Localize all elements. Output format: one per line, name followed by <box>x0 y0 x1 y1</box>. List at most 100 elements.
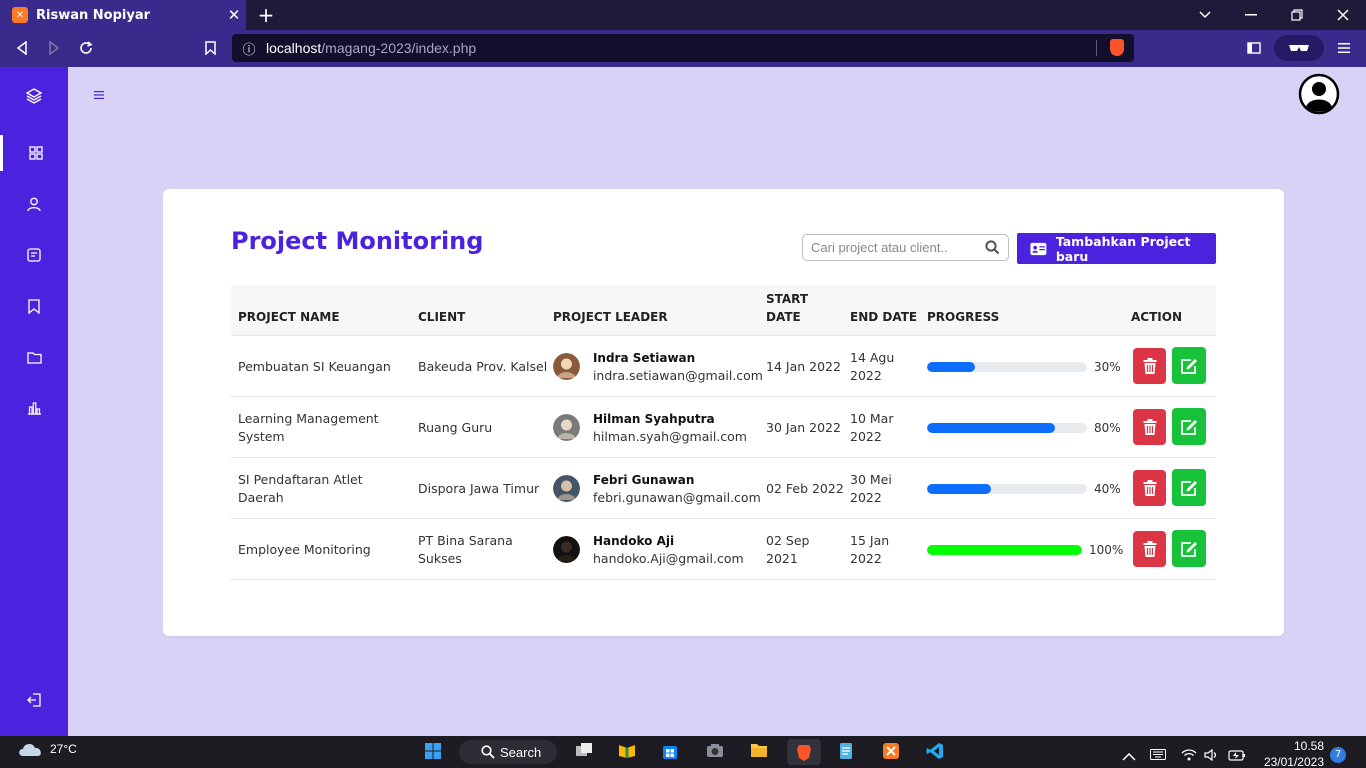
edit-icon <box>1181 541 1197 557</box>
add-project-button[interactable]: Tambahkan Project baru <box>1017 233 1216 264</box>
table-row: Pembuatan SI Keuangan Bakeuda Prov. Kals… <box>231 336 1216 397</box>
profile-avatar-icon[interactable] <box>1298 73 1340 115</box>
menu-toggle-icon[interactable] <box>94 87 108 103</box>
progress-fill <box>927 361 975 372</box>
edit-button[interactable] <box>1172 347 1206 384</box>
progress-fill <box>927 483 991 494</box>
edit-button[interactable] <box>1172 408 1206 445</box>
minimize-icon[interactable] <box>1228 0 1274 30</box>
project-table: PROJECT NAME CLIENT PROJECT LEADER START… <box>231 285 1216 580</box>
end-date-cell: 14 Agu 2022 <box>850 349 895 383</box>
windows-start-icon[interactable] <box>424 742 442 762</box>
edit-button[interactable] <box>1172 530 1206 567</box>
start-date-cell: 02 Feb 2022 <box>766 480 844 496</box>
sidebar-item-bookmarks[interactable] <box>0 288 68 324</box>
wifi-icon[interactable] <box>1181 746 1197 766</box>
bar-chart-icon <box>27 402 41 415</box>
delete-button[interactable] <box>1133 409 1166 445</box>
progress-bar <box>927 544 1082 555</box>
show-hidden-icons-chevron-icon[interactable] <box>1122 746 1136 766</box>
temperature: 27°C <box>50 742 77 756</box>
taskbar-search-label: Search <box>500 744 542 760</box>
client-cell: Bakeuda Prov. Kalsel <box>418 358 548 374</box>
battery-icon[interactable] <box>1228 746 1246 766</box>
sidebar-item-folders[interactable] <box>0 339 68 375</box>
reload-icon[interactable] <box>76 38 96 58</box>
layers-logo-icon[interactable] <box>0 78 68 114</box>
header-end-date: END DATE <box>850 310 918 324</box>
leader-info: Hilman Syahputra hilman.syah@gmail.com <box>593 410 747 446</box>
forward-icon[interactable] <box>44 38 64 58</box>
progress-cell: 80% <box>927 397 1127 458</box>
cloud-icon <box>19 743 41 756</box>
progress-bar <box>927 361 1087 372</box>
end-date-cell: 15 Jan 2022 <box>850 532 890 566</box>
header-action: ACTION <box>1131 310 1182 324</box>
browser-tab[interactable]: ✕ Riswan Nopiyar ✕ <box>0 0 246 30</box>
leader-cell: Indra Setiawan indra.setiawan@gmail.com <box>553 336 763 397</box>
edit-button[interactable] <box>1172 469 1206 506</box>
notepad-icon[interactable] <box>838 742 854 762</box>
table-row: Learning Management System Ruang Guru Hi… <box>231 397 1216 458</box>
delete-button[interactable] <box>1133 470 1166 506</box>
store-icon[interactable] <box>662 742 678 762</box>
widgets-icon[interactable] <box>618 742 636 762</box>
new-tab-icon[interactable]: + <box>256 3 276 27</box>
project-name-cell: SI Pendaftaran Atlet Daerah <box>238 471 363 505</box>
keyboard-icon[interactable] <box>1150 745 1166 765</box>
trash-icon <box>1143 358 1156 374</box>
progress-label: 80% <box>1094 420 1121 435</box>
sidebar-item-dashboard[interactable] <box>0 135 68 171</box>
sidebar-item-reports[interactable] <box>0 390 68 426</box>
leader-cell: Febri Gunawan febri.gunawan@gmail.com <box>553 458 763 519</box>
sidebar-item-users[interactable] <box>0 186 68 222</box>
url-bar[interactable]: ⓘ localhost/magang-2023/index.php <box>232 34 1134 62</box>
notification-badge[interactable]: 7 <box>1330 747 1346 763</box>
volume-icon[interactable] <box>1204 746 1218 766</box>
progress-label: 30% <box>1094 359 1121 374</box>
xampp-icon[interactable] <box>882 742 900 762</box>
header-client: CLIENT <box>418 310 466 324</box>
search-icon[interactable] <box>985 240 1000 259</box>
progress-label: 100% <box>1089 542 1124 557</box>
delete-button[interactable] <box>1133 348 1166 384</box>
camera-icon[interactable] <box>706 742 724 762</box>
back-icon[interactable] <box>12 38 32 58</box>
brave-browser-icon[interactable] <box>787 739 821 765</box>
leader-info: Indra Setiawan indra.setiawan@gmail.com <box>593 349 763 385</box>
sidebar-toggle-icon[interactable] <box>1244 38 1264 58</box>
leader-avatar <box>553 536 580 563</box>
sidebar-item-notes[interactable] <box>0 237 68 273</box>
close-tab-icon[interactable]: ✕ <box>222 6 246 24</box>
brave-shields-icon[interactable] <box>1110 39 1124 56</box>
close-window-icon[interactable] <box>1320 0 1366 30</box>
restore-icon[interactable] <box>1274 0 1320 30</box>
browser-tab-bar: ✕ Riswan Nopiyar ✕ + <box>0 0 1366 30</box>
taskbar-search[interactable]: Search <box>459 740 557 764</box>
url-text: localhost/magang-2023/index.php <box>266 40 477 56</box>
table-row: SI Pendaftaran Atlet Daerah Dispora Jawa… <box>231 458 1216 519</box>
header-project-name: PROJECT NAME <box>238 310 340 324</box>
tab-list-chevron-icon[interactable] <box>1182 0 1228 30</box>
leader-info: Handoko Aji handoko.Aji@gmail.com <box>593 532 744 568</box>
user-icon <box>27 197 41 211</box>
browser-menu-icon[interactable] <box>1334 38 1354 58</box>
system-clock[interactable]: 10.58 23/01/2023 <box>1262 738 1324 768</box>
vscode-icon[interactable] <box>926 742 944 762</box>
private-glasses-icon[interactable] <box>1274 35 1324 61</box>
project-name-cell: Learning Management System <box>238 410 379 444</box>
file-explorer-icon[interactable] <box>750 742 768 762</box>
search-box[interactable] <box>802 234 1009 261</box>
delete-button[interactable] <box>1133 531 1166 567</box>
trash-icon <box>1143 541 1156 557</box>
end-date-cell: 10 Mar 2022 <box>850 410 894 444</box>
task-view-icon[interactable] <box>575 742 593 762</box>
progress-fill <box>927 544 1082 555</box>
logout-icon[interactable] <box>0 682 68 718</box>
site-info-icon[interactable]: ⓘ <box>232 39 266 58</box>
page-title: Project Monitoring <box>231 227 484 255</box>
weather-widget[interactable]: 27°C <box>18 741 77 757</box>
search-input[interactable] <box>803 240 973 255</box>
browser-toolbar: ⓘ localhost/magang-2023/index.php <box>0 30 1366 67</box>
bookmark-page-icon[interactable] <box>200 38 220 58</box>
